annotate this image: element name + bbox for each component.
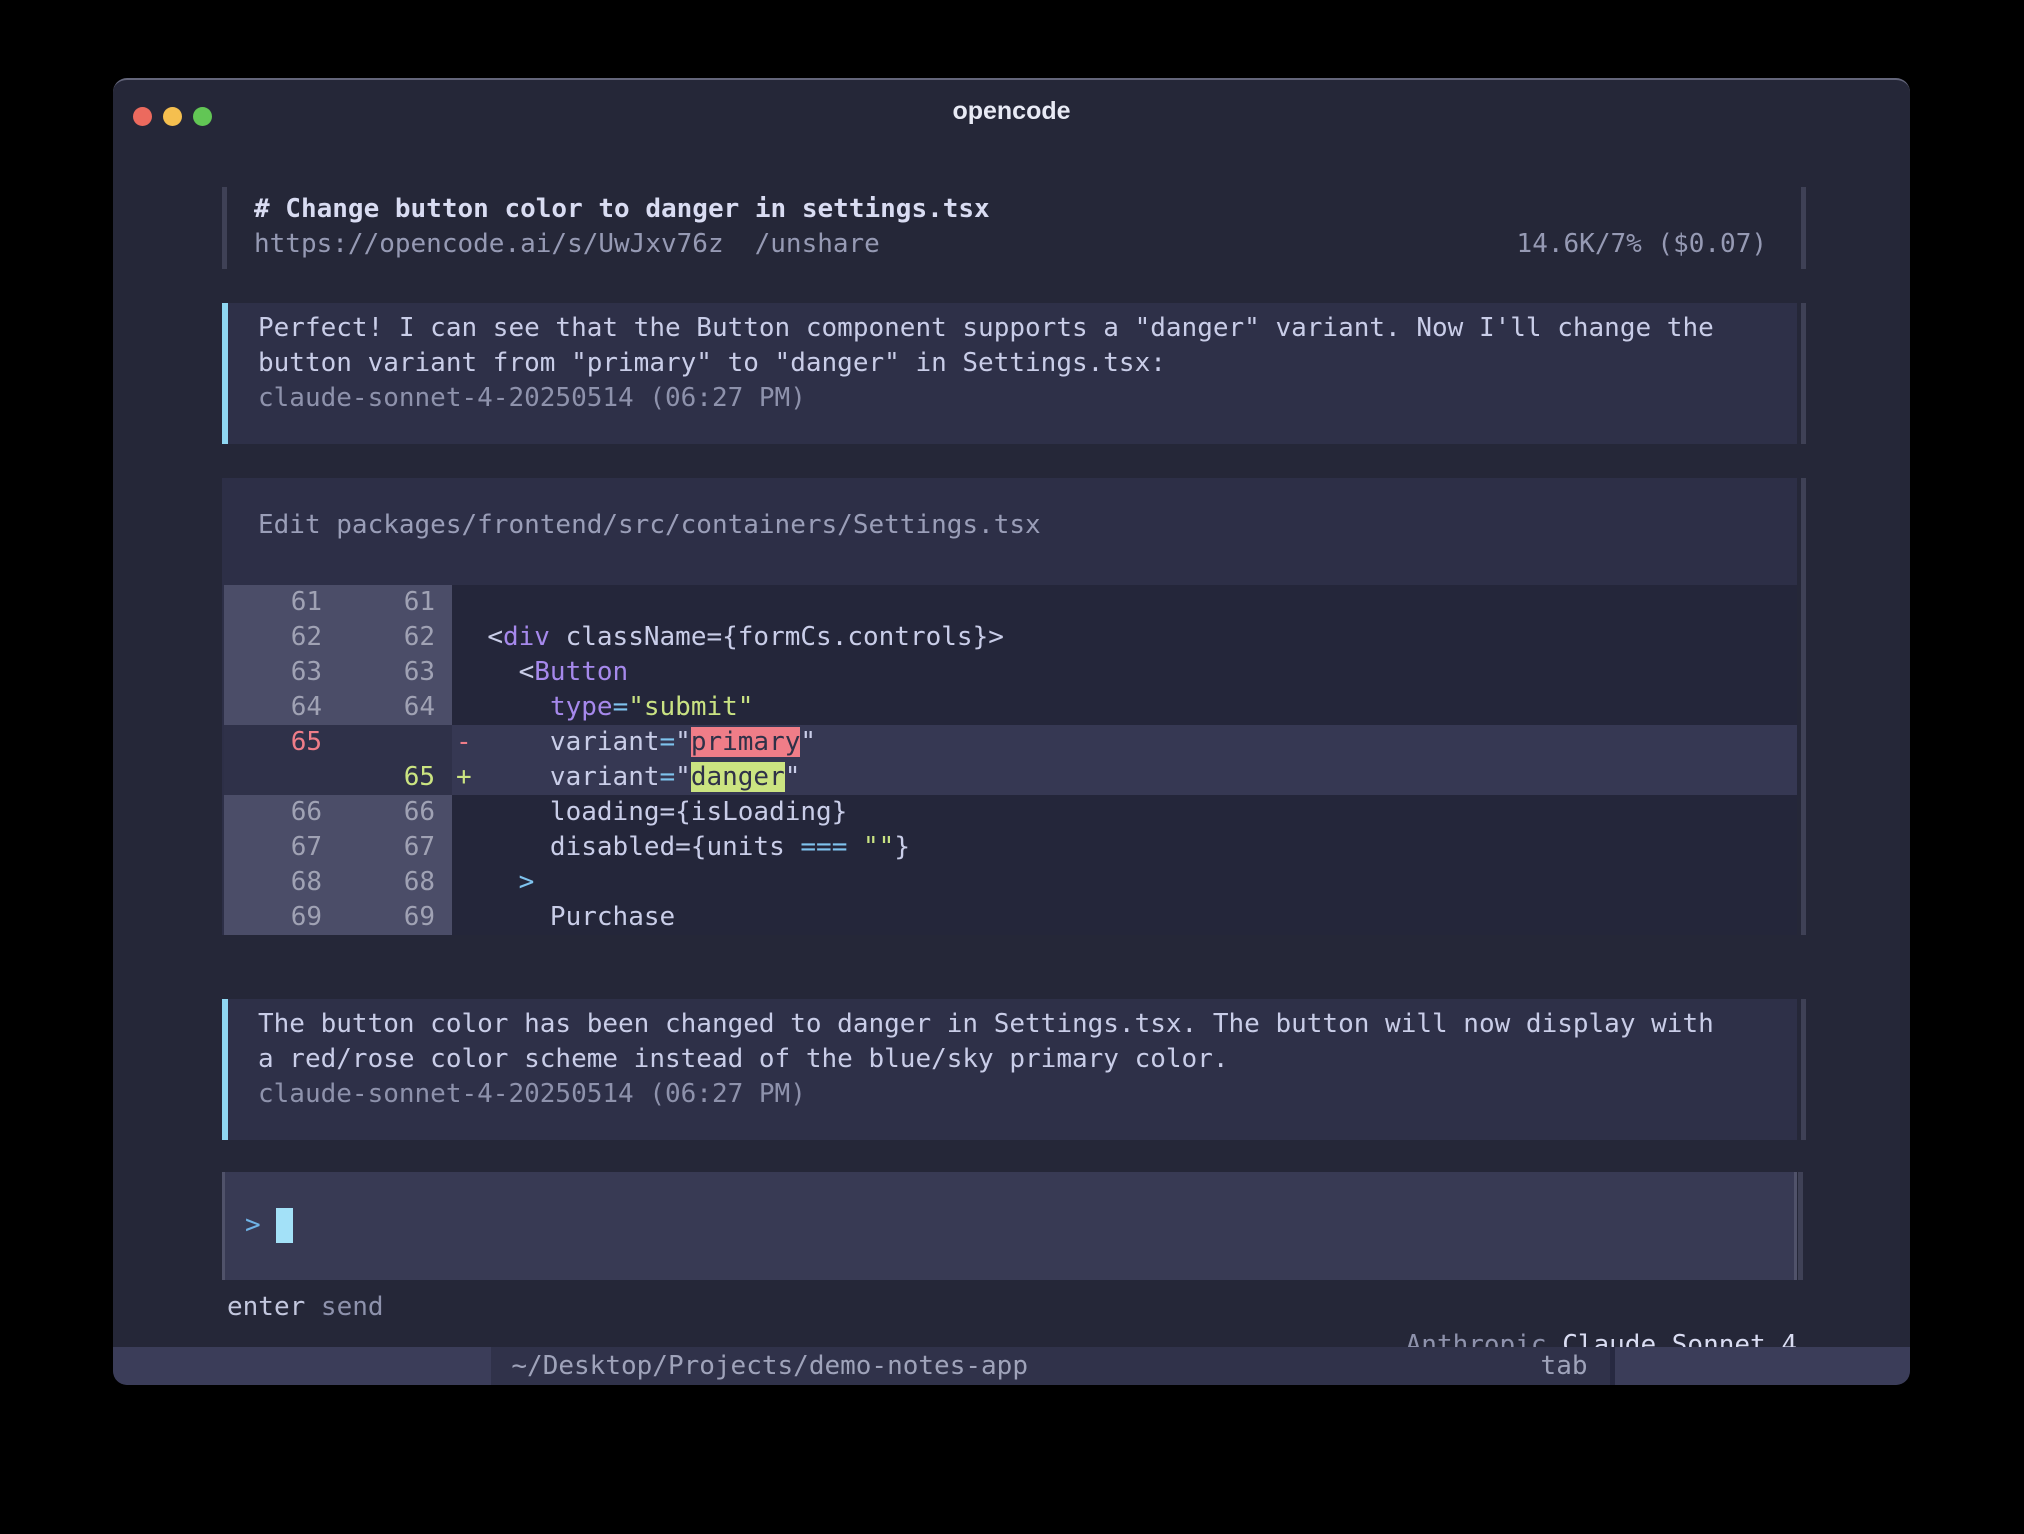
message-text-line: The button color has been changed to dan… xyxy=(258,1007,1767,1042)
status-bar: opencode v0.3.11 ~/Desktop/Projects/demo… xyxy=(113,1347,1910,1385)
prompt-line: > xyxy=(245,1208,1794,1243)
working-directory: ~/Desktop/Projects/demo-notes-app xyxy=(511,1347,1028,1385)
diff-row: 65+ variant="danger" xyxy=(224,760,1797,795)
app-version-chip: opencode v0.3.11 xyxy=(113,1347,491,1385)
prompt-input[interactable]: > xyxy=(222,1172,1797,1280)
token-usage: 14.6K/7% ($0.07) xyxy=(1517,227,1767,262)
diff-row: 6464 type="submit" xyxy=(224,690,1797,725)
tab-key-hint: tab xyxy=(1541,1347,1588,1385)
text-cursor xyxy=(276,1208,293,1243)
diff-row: 6868 > xyxy=(224,865,1797,900)
message-text-line: button variant from "primary" to "danger… xyxy=(258,346,1767,381)
diff-row: 6969 Purchase xyxy=(224,900,1797,935)
diff-row: 6363 <Button xyxy=(224,655,1797,690)
titlebar: opencode xyxy=(113,80,1910,140)
opencode-window: opencode # Change button color to danger… xyxy=(113,78,1910,1385)
diff-row: 6161 xyxy=(224,585,1797,620)
edit-tool-block: Edit packages/frontend/src/containers/Se… xyxy=(222,478,1797,935)
session-subline: https://opencode.ai/s/UwJxv76z /unshare … xyxy=(254,227,1767,262)
session-title: # Change button color to danger in setti… xyxy=(254,192,1767,227)
message-model-meta: claude-sonnet-4-20250514 (06:27 PM) xyxy=(258,381,1767,416)
message-text-line: Perfect! I can see that the Button compo… xyxy=(258,311,1767,346)
diff-row: 6767 disabled={units === ""} xyxy=(224,830,1797,865)
share-url-link[interactable]: https://opencode.ai/s/UwJxv76z xyxy=(254,227,724,262)
edit-tool-title: Edit packages/frontend/src/containers/Se… xyxy=(222,478,1797,585)
diff-row: 6666 loading={isLoading} xyxy=(224,795,1797,830)
prompt-chevron: > xyxy=(245,1210,261,1240)
diff-row: 65- variant="primary" xyxy=(224,725,1797,760)
session-header: # Change button color to danger in setti… xyxy=(222,187,1797,269)
diff-rows: 6161 6262 <div className={formCs.control… xyxy=(222,585,1797,935)
assistant-message: The button color has been changed to dan… xyxy=(222,999,1797,1140)
main-content: # Change button color to danger in setti… xyxy=(113,187,1910,1385)
unshare-command[interactable]: /unshare xyxy=(755,227,880,262)
message-text-line: a red/rose color scheme instead of the b… xyxy=(258,1042,1767,1077)
window-title: opencode xyxy=(113,80,1910,140)
build-mode-chip: BUILD MODE xyxy=(1615,1347,1910,1385)
assistant-message: Perfect! I can see that the Button compo… xyxy=(222,303,1797,444)
message-model-meta: claude-sonnet-4-20250514 (06:27 PM) xyxy=(258,1077,1767,1112)
diff-row: 6262 <div className={formCs.controls}> xyxy=(224,620,1797,655)
